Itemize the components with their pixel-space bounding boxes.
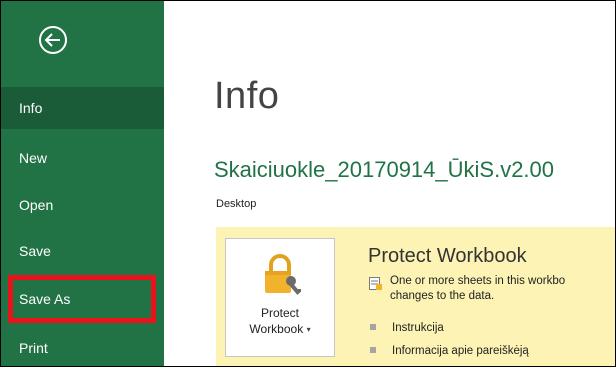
sheet-name: Informacija apie pareiškėją [392, 345, 529, 357]
list-item: Instrukcija [370, 317, 529, 340]
backstage-sidebar: Info New Open Save Save As Print [1, 1, 164, 366]
nav-new[interactable]: New [1, 137, 164, 179]
list-item: Informacija apie pareiškėją [370, 340, 529, 363]
file-name: Skaiciuokle_20170914_ŪkiS.v2.00 [214, 157, 555, 182]
info-pane: Info Skaiciuokle_20170914_ŪkiS.v2.00 Des… [164, 1, 615, 366]
nav-save[interactable]: Save [1, 230, 164, 272]
save-as-highlight-box [8, 275, 156, 323]
protect-label-line1: Protect [260, 306, 299, 320]
nav-info-label: Info [19, 100, 43, 116]
nav-new-label: New [19, 150, 48, 166]
sheet-name: Instrukcija [392, 322, 444, 334]
protect-workbook-panel: Protect Workbook ▾ Protect Workbook One … [216, 227, 615, 366]
file-location[interactable]: Desktop [216, 198, 256, 210]
chevron-down-icon: ▾ [306, 325, 311, 334]
nav-print-label: Print [19, 340, 48, 356]
nav-open-label: Open [19, 197, 54, 213]
page-title: Info [214, 75, 280, 117]
sheet-lock-icon [369, 277, 382, 290]
protect-desc-line2: changes to the data. [390, 290, 495, 302]
back-button[interactable] [38, 25, 68, 55]
protect-desc-line1: One or more sheets in this workbo [390, 275, 566, 287]
nav-print[interactable]: Print [1, 327, 164, 366]
backstage-window: Info New Open Save Save As Print Info Sk… [0, 0, 616, 367]
lock-key-icon [265, 254, 301, 295]
protect-label-line2: Workbook [249, 322, 304, 336]
nav-open[interactable]: Open [1, 184, 164, 226]
nav-info[interactable]: Info [1, 87, 164, 129]
protect-heading: Protect Workbook [368, 245, 527, 267]
nav-save-label: Save [19, 243, 51, 259]
protect-workbook-button-label: Protect Workbook ▾ [226, 305, 334, 338]
protected-sheet-list: Instrukcija Informacija apie pareiškėją [370, 317, 529, 363]
bullet-icon [370, 324, 376, 330]
protect-description: One or more sheets in this workbo change… [390, 274, 565, 304]
protect-workbook-button[interactable]: Protect Workbook ▾ [225, 238, 335, 357]
back-arrow-circle-icon [39, 26, 67, 54]
bullet-icon [370, 347, 376, 353]
